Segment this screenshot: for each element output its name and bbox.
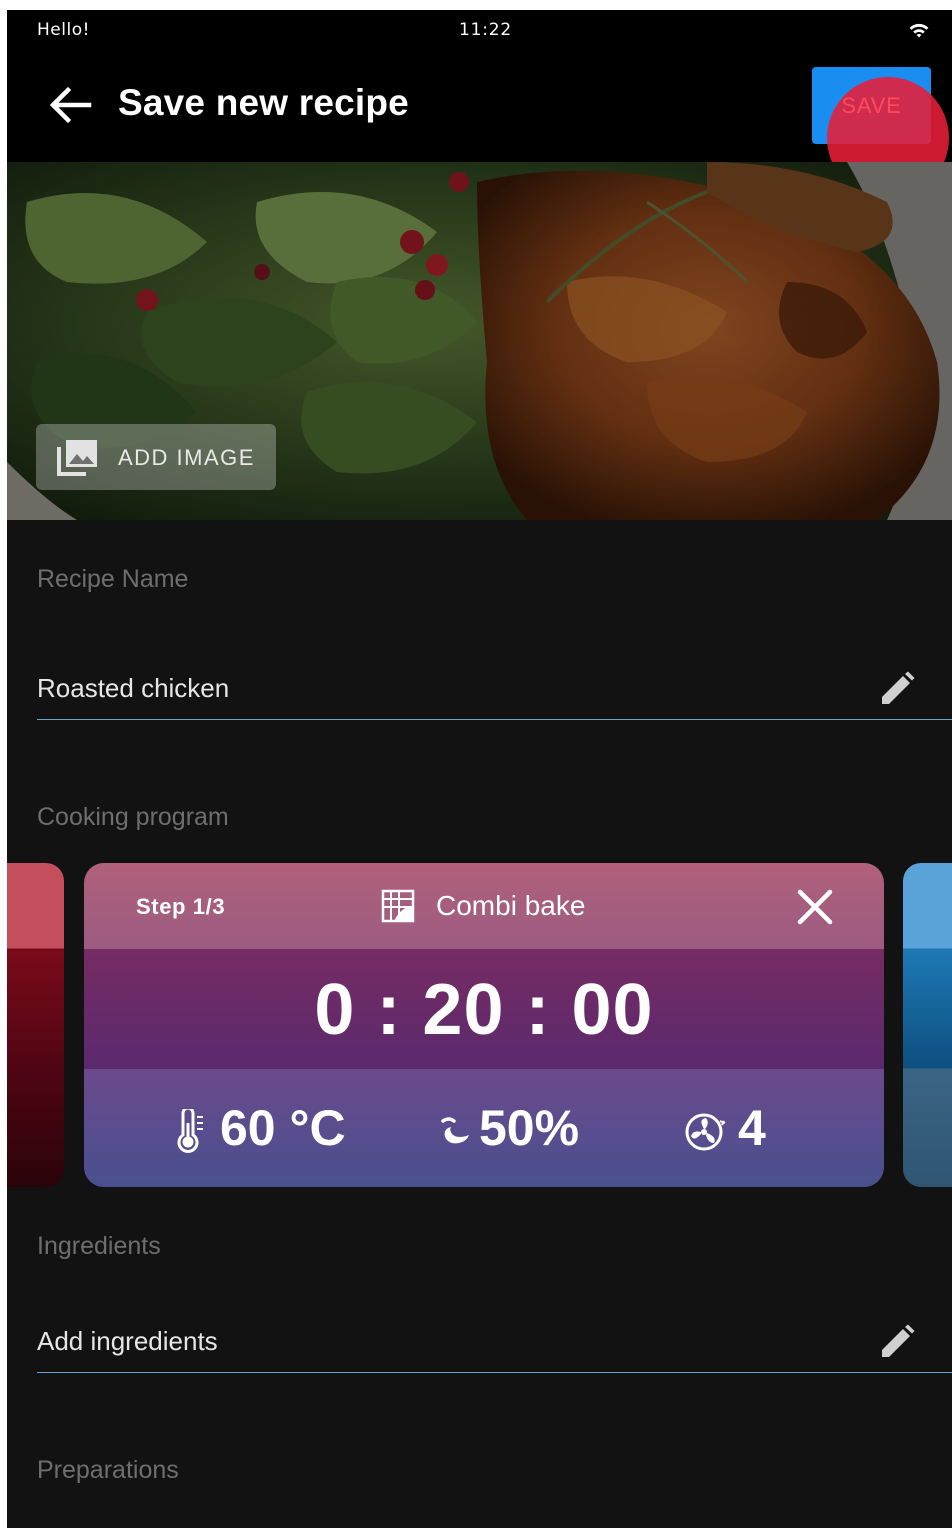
temperature-value: 60 °C [220,1100,346,1156]
humidity-value: 50% [479,1100,580,1156]
combi-bake-icon [381,889,415,923]
thermometer-icon [177,1109,203,1153]
step-duration: 0 : 20 : 00 [314,970,654,1050]
fan-icon [685,1113,726,1151]
cooking-step-card[interactable]: Step 1/3 Combi bake 0 : 20 : 00 60 °C 50… [84,863,884,1187]
step-counter: Step 1/3 [136,894,226,919]
pencil-icon[interactable] [879,671,915,707]
step-card-parameters: 60 °C 50% 4 [84,1069,884,1187]
screen: Hello! 11:22 Save new recipe SAVE ADD IM… [7,10,952,1528]
step-card-header: Step 1/3 Combi bake [84,863,884,949]
ingredients-field[interactable]: Add ingredients [37,1312,952,1373]
status-greeting: Hello! [37,20,90,40]
ingredients-label: Ingredients [37,1232,161,1260]
app-bar: Save new recipe SAVE [7,50,952,199]
cooking-mode: Combi bake [436,890,586,921]
step-card-duration: 0 : 20 : 00 [84,949,884,1069]
cooking-program-label: Cooking program [37,803,229,831]
steam-icon [441,1117,469,1144]
image-gallery-icon [56,437,100,477]
recipe-name-value: Roasted chicken [37,673,230,703]
recipe-image: ADD IMAGE [7,162,952,520]
fan-level-value: 4 [738,1100,766,1156]
preparations-label: Preparations [37,1456,179,1484]
status-clock: 11:22 [459,20,512,40]
cooking-steps-carousel: Step 1/3 Combi bake 0 : 20 : 00 60 °C 50… [7,863,952,1188]
pencil-icon[interactable] [879,1324,915,1360]
recipe-name-label: Recipe Name [37,565,189,593]
back-button[interactable] [47,84,93,126]
status-bar: Hello! 11:22 [7,10,952,50]
add-image-label: ADD IMAGE [118,445,255,470]
page-title: Save new recipe [118,82,409,123]
add-image-button[interactable]: ADD IMAGE [36,424,276,490]
close-icon[interactable] [795,887,835,927]
ingredients-value: Add ingredients [37,1326,218,1356]
recipe-name-field[interactable]: Roasted chicken [37,659,952,720]
save-button[interactable] [812,67,931,144]
next-step-card[interactable] [903,863,952,1187]
arrow-left-icon [47,86,93,130]
wifi-icon [907,20,931,40]
previous-step-card[interactable] [7,863,64,1187]
